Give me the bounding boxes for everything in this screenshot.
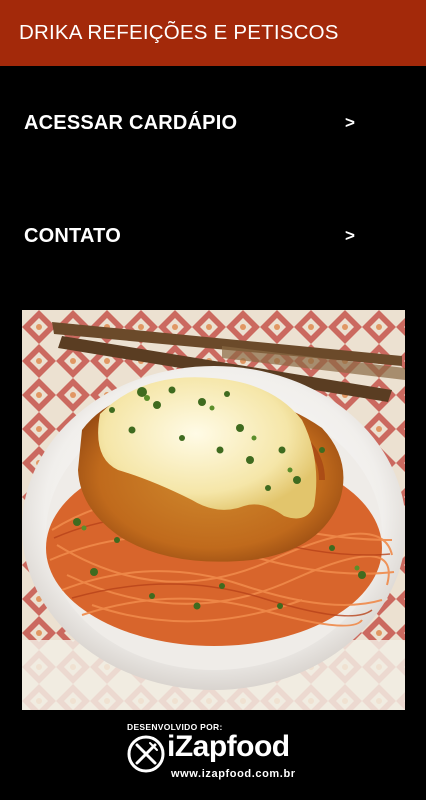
menu-item-cardapio[interactable]: ACESSAR CARDÁPIO > <box>0 93 426 153</box>
fork-knife-icon <box>127 735 165 773</box>
app-bar: DRIKA REFEIÇÕES E PETISCOS <box>0 0 426 66</box>
menu-item-label: ACESSAR CARDÁPIO <box>24 111 238 134</box>
chevron-right-icon: > <box>345 113 355 132</box>
food-photo <box>22 310 405 710</box>
footer-url: www.izapfood.com.br <box>171 768 296 780</box>
menu-item-label: CONTATO <box>24 224 121 247</box>
chevron-right-icon: > <box>345 226 355 245</box>
app-title: DRIKA REFEIÇÕES E PETISCOS <box>19 21 339 44</box>
footer-branding: DESENVOLVIDO POR: iZapfood www.izapfood.… <box>0 716 426 800</box>
menu-item-contato[interactable]: CONTATO > <box>0 206 426 266</box>
izapfood-logo-text: iZapfood <box>167 730 290 763</box>
